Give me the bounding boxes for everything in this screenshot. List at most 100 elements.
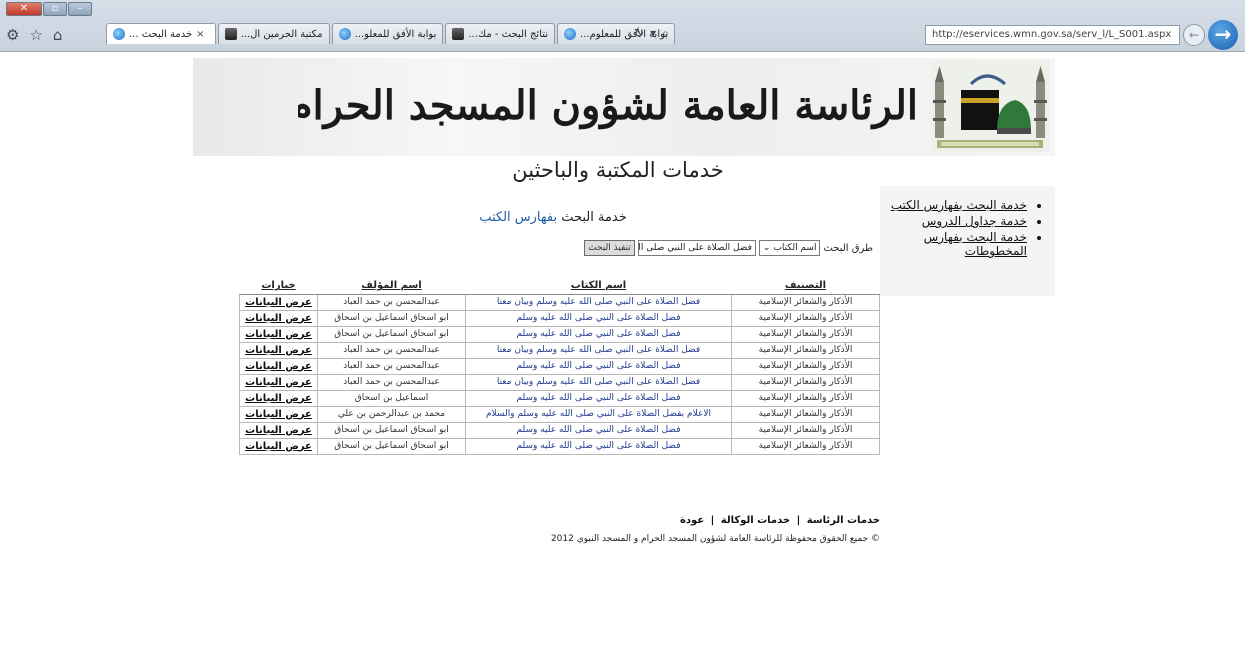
services-list: خدمة البحث بفهارس الكتب خدمة جداول الدرو… [880,198,1045,258]
author-cell: ابو اسحاق اسماعيل بن اسحاق [317,437,466,455]
refresh-icon[interactable]: ↻ [634,26,644,41]
author-cell: ابو اسحاق اسماعيل بن اسحاق [317,421,466,439]
sidebar-item-manuscripts-catalog: خدمة البحث بفهارس المخطوطات [880,230,1027,258]
search-query-input[interactable]: فضل الصلاة على النبي صلى الله عليه [637,240,756,256]
footer-separator: | [796,515,801,526]
category-cell: الأذكار والشعائر الإسلامية [731,309,880,327]
sidebar-link-books-catalog[interactable]: خدمة البحث بفهارس الكتب [891,198,1027,212]
book-title-cell: فضل الصلاة على النبي صلى الله عليه وسلم [465,325,732,343]
presidency-logo [931,60,1049,152]
header-banner: الرئاسة العامة لشؤون المسجد الحرام والمس… [193,58,1055,156]
tab-haramain-library[interactable]: مكتبة الحرمين ال... [217,23,330,44]
column-header-book-title[interactable]: اسم الكتاب [465,278,732,295]
category-cell: الأذكار والشعائر الإسلامية [731,421,880,439]
page-content: الرئاسة العامة لشؤون المسجد الحرام والمس… [193,58,1055,503]
tab-label: خدمة البحث ... [129,28,193,40]
book-title-cell: فضل الصلاة على النبي صلى الله عليه وسلم [465,421,732,439]
browser-chrome: ✕ ▫ – ⚙ ☆ ⌂ × خدمة البحث ... مكتبة الحرم… [0,0,1245,52]
search-method-select[interactable]: اسم الكتاب ⌄ [758,240,821,256]
book-title-cell: فضل الصلاة على النبي صلى الله عليه وسلم [465,389,732,407]
sidebar-link-manuscripts-catalog[interactable]: خدمة البحث بفهارس المخطوطات [924,230,1027,258]
author-cell: عبدالمحسن بن حمد العباد [317,373,466,391]
tab-ofuq-portal[interactable]: بوابة الأفق للمعلو... [331,23,444,44]
category-cell: الأذكار والشعائر الإسلامية [731,437,880,455]
ie-page-icon [338,28,351,40]
services-sidebar: خدمة البحث بفهارس الكتب خدمة جداول الدرو… [880,186,1055,296]
category-cell: الأذكار والشعائر الإسلامية [731,405,880,423]
column-header-author[interactable]: اسم المؤلف [317,278,466,295]
book-title-cell: فضل الصلاة على النبي صلى الله عليه وسلم [465,309,732,327]
window-controls: ✕ ▫ – [6,2,92,16]
table-row: الأذكار والشعائر الإسلامية فضل الصلاة على… [239,373,880,391]
view-details-link[interactable]: عرض البيانات [239,373,318,391]
table-row: الأذكار والشعائر الإسلامية فضل الصلاة على… [239,309,880,327]
view-details-link[interactable]: عرض البيانات [239,293,318,311]
service-title: خدمة البحث بفهارس الكتب [433,210,673,225]
footer-link-agency-services[interactable]: خدمات الوكالة [721,515,790,526]
tab-label: نتائج البحث - مك... [468,28,549,40]
author-cell: محمد بن عبدالرحمن بن علي [317,405,466,423]
book-title-cell: فضل الصلاة على النبي صلى الله عليه وسلم … [465,293,732,311]
window-minimize-button[interactable]: – [68,2,92,16]
close-tab-icon[interactable]: × [196,25,204,44]
table-row: الأذكار والشعائر الإسلامية فضل الصلاة على… [239,437,880,455]
view-details-link[interactable]: عرض البيانات [239,421,318,439]
footer-link-back[interactable]: عودة [680,515,704,526]
footer-links: خدمات الرئاسة | خدمات الوكالة | عودة [600,515,880,526]
page-footer: خدمات الرئاسة | خدمات الوكالة | عودة © ج… [551,515,880,544]
tab-search-service[interactable]: × خدمة البحث ... [106,23,216,44]
book-title-cell: الاعلام بفضل الصلاة على النبي صلى الله ع… [465,405,732,423]
category-cell: الأذكار والشعائر الإسلامية [731,325,880,343]
category-cell: الأذكار والشعائر الإسلامية [731,389,880,407]
results-table: التصنيف اسم الكتاب اسم المؤلف خيارات الأ… [239,278,880,455]
view-details-link[interactable]: عرض البيانات [239,389,318,407]
sidebar-link-lessons-schedule[interactable]: خدمة جداول الدروس [922,214,1027,228]
page-icon [224,28,237,40]
search-icon[interactable]: ⌕ [662,26,669,41]
tab-label: مكتبة الحرمين ال... [240,28,323,40]
service-title-prefix: خدمة البحث [561,210,627,225]
book-title-cell: فضل الصلاة على النبي صلى الله عليه وسلم [465,437,732,455]
tab-search-results[interactable]: نتائج البحث - مك... [445,23,556,44]
category-cell: الأذكار والشعائر الإسلامية [731,341,880,359]
star-icon[interactable]: ☆ [29,26,42,44]
sidebar-item-books-catalog: خدمة البحث بفهارس الكتب [880,198,1027,212]
back-button[interactable]: ← [1183,24,1205,46]
footer-separator: | [710,515,715,526]
view-details-link[interactable]: عرض البيانات [239,357,318,375]
window-close-button[interactable]: ✕ [6,2,42,16]
table-row: الأذكار والشعائر الإسلامية الاعلام بفضل ا… [239,405,880,423]
view-details-link[interactable]: عرض البيانات [239,341,318,359]
results-body: الأذكار والشعائر الإسلامية فضل الصلاة على… [239,293,880,455]
category-cell: الأذكار والشعائر الإسلامية [731,357,880,375]
view-details-link[interactable]: عرض البيانات [239,309,318,327]
banner-title: الرئاسة العامة لشؤون المسجد الحرام والمس… [298,82,918,129]
author-cell: اسماعيل بن اسحاق [317,389,466,407]
execute-search-button[interactable]: تنفيذ البحث [584,240,635,256]
book-title-cell: فضل الصلاة على النبي صلى الله عليه وسلم … [465,341,732,359]
view-details-link[interactable]: عرض البيانات [239,405,318,423]
ie-page-icon [564,28,577,40]
dropdown-icon[interactable]: ▾ [650,26,656,41]
home-icon[interactable]: ⌂ [53,26,63,44]
footer-link-presidency-services[interactable]: خدمات الرئاسة [807,515,880,526]
column-header-category[interactable]: التصنيف [731,278,880,295]
window-maximize-button[interactable]: ▫ [43,2,67,16]
tab-strip: × خدمة البحث ... مكتبة الحرمين ال... بوا… [106,23,676,45]
results-header-row: التصنيف اسم الكتاب اسم المؤلف خيارات [239,278,880,295]
service-title-highlight: بفهارس الكتب [479,210,558,225]
ie-page-icon [113,28,125,40]
address-bar[interactable]: http://eservices.wmn.gov.sa/serv_l/L_S00… [925,25,1180,45]
column-header-options[interactable]: خيارات [239,278,318,295]
book-title-cell: فضل الصلاة على النبي صلى الله عليه وسلم … [465,373,732,391]
forward-button[interactable]: → [1208,20,1238,50]
view-details-link[interactable]: عرض البيانات [239,325,318,343]
gear-icon[interactable]: ⚙ [6,26,19,44]
table-row: الأذكار والشعائر الإسلامية فضل الصلاة على… [239,389,880,407]
book-title-cell: فضل الصلاة على النبي صلى الله عليه وسلم [465,357,732,375]
search-method-label: طرق البحث [823,242,873,254]
browser-toolbar: ⚙ ☆ ⌂ [6,26,62,44]
page-subtitle: خدمات المكتبة والباحثين [512,158,724,182]
view-details-link[interactable]: عرض البيانات [239,437,318,455]
tab-label: بوابة الأفق للمعلو... [354,28,437,40]
